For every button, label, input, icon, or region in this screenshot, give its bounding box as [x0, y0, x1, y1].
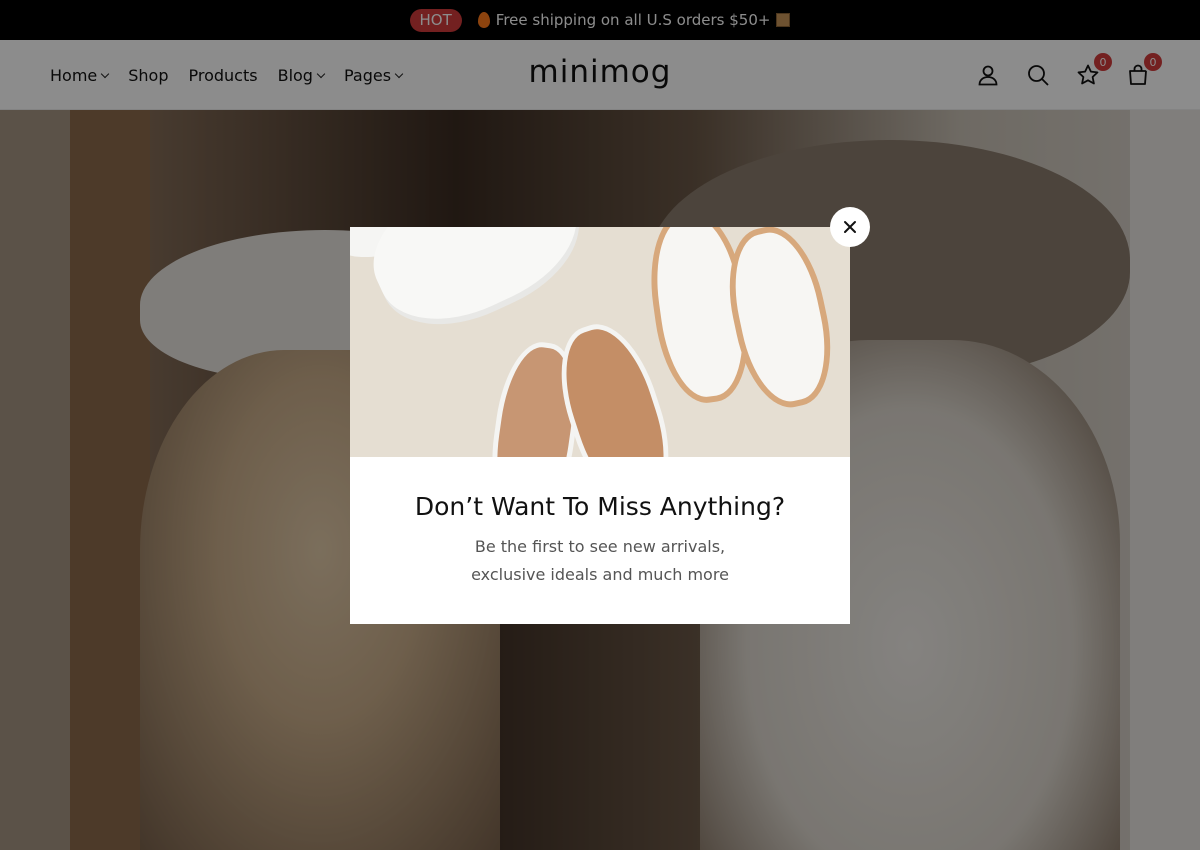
- newsletter-popup: Don’t Want To Miss Anything? Be the firs…: [350, 227, 850, 624]
- popup-image: [350, 227, 850, 457]
- popup-close-button[interactable]: [830, 207, 870, 247]
- close-icon: [844, 221, 856, 233]
- popup-description: Be the first to see new arrivals, exclus…: [471, 537, 729, 584]
- popup-title: Don’t Want To Miss Anything?: [414, 492, 786, 521]
